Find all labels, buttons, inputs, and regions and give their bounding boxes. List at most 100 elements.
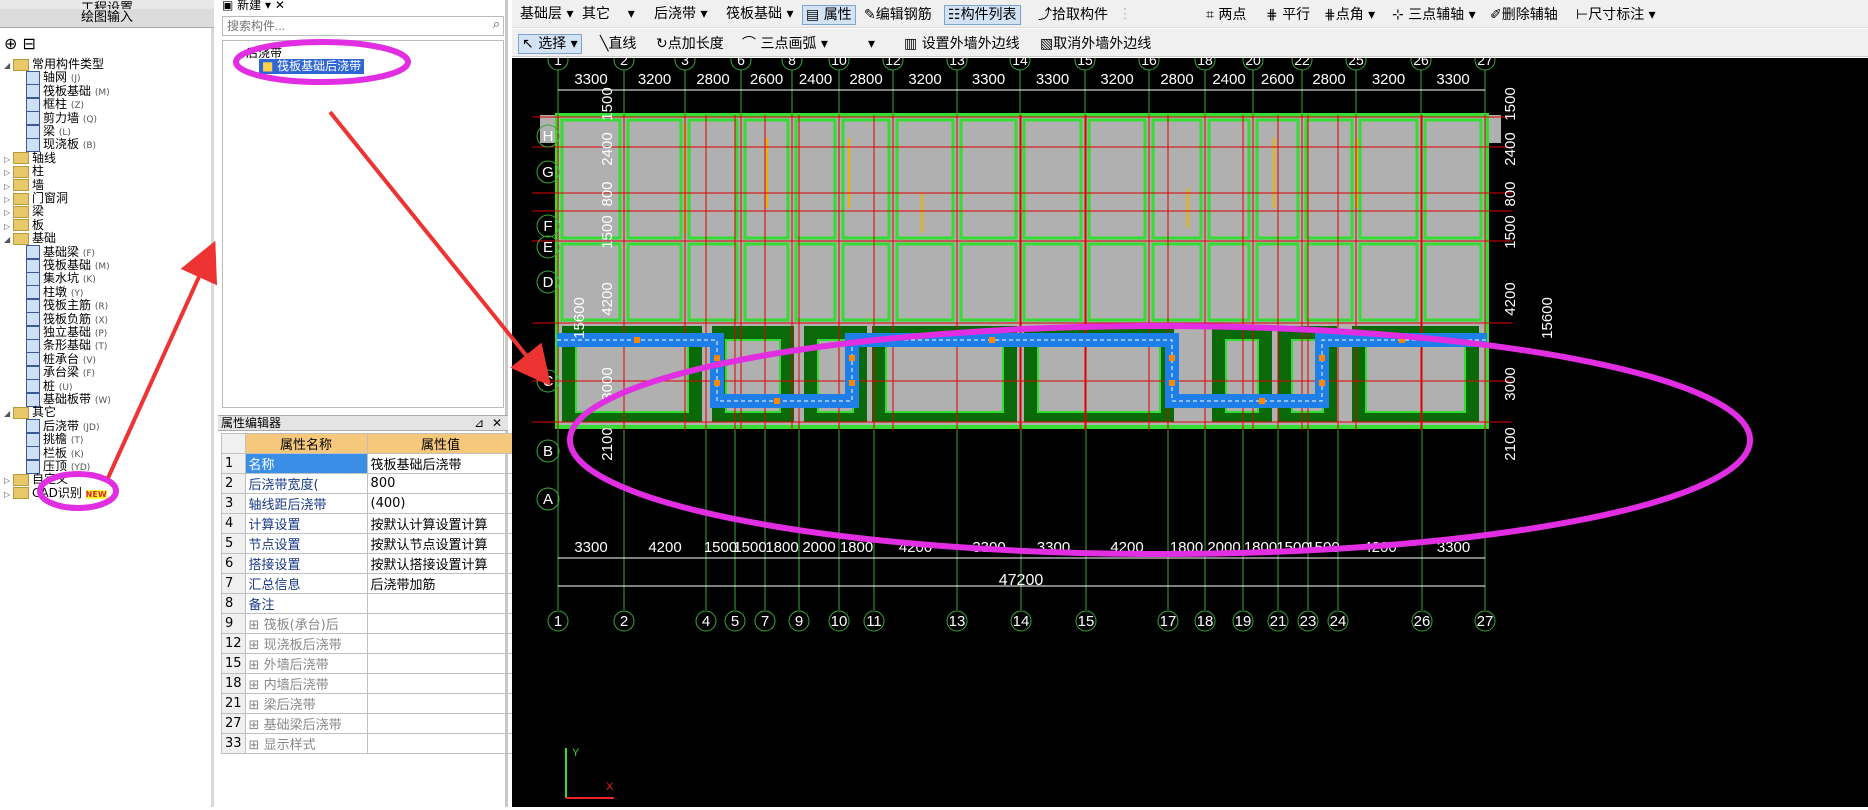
property-value[interactable]: 按默认计算设置计算: [366, 513, 515, 534]
pin-icon[interactable]: ⊿: [474, 416, 484, 431]
grip-point: [774, 398, 780, 404]
two-point-axis-button[interactable]: ⌗ 两点: [1202, 5, 1250, 25]
point-angle-button[interactable]: ⋕点角 ▾: [1320, 5, 1379, 25]
row-number: 5: [221, 533, 246, 554]
property-row[interactable]: 18 ⊞ 内墙后浇带: [221, 673, 515, 694]
collapse-icon[interactable]: ◢: [4, 58, 13, 74]
search-box[interactable]: ⌕: [222, 16, 504, 36]
property-row[interactable]: 27 ⊞ 基础梁后浇带: [221, 713, 515, 734]
component-list-button[interactable]: ☷构件列表: [944, 5, 1021, 25]
pick-icon: ⤴: [1038, 7, 1052, 23]
pit-floor: [575, 339, 689, 413]
dim-label-top: 2600: [1261, 71, 1294, 88]
close-icon[interactable]: ✕: [492, 416, 502, 431]
property-value[interactable]: [366, 633, 515, 654]
property-row[interactable]: 8 备注: [221, 593, 515, 614]
axis-label-bottom: 15: [1078, 613, 1095, 630]
property-value[interactable]: [366, 593, 515, 614]
row-number: 7: [221, 573, 246, 594]
axis-label-row: F: [543, 218, 552, 235]
dim-label-top: 3300: [972, 71, 1005, 88]
component-icon: ■: [262, 59, 274, 73]
property-row[interactable]: 3 轴线距后浇带 (400): [221, 493, 515, 514]
layer-select[interactable]: 基础层 ▾: [520, 5, 573, 23]
property-value[interactable]: [366, 713, 515, 734]
tree-item-raft-pour-strip[interactable]: ■ 筏板基础后浇带: [259, 59, 365, 74]
property-value[interactable]: [366, 693, 515, 714]
property-value[interactable]: 后浇带加筋: [366, 573, 515, 594]
category-select[interactable]: 其它 ▾: [582, 5, 635, 23]
line-button[interactable]: ╲直线: [596, 34, 640, 54]
dim-label-bottom: 4200: [1363, 539, 1396, 556]
property-row[interactable]: 12 ⊞ 现浇板后浇带: [221, 633, 515, 654]
property-value[interactable]: 按默认搭接设置计算: [366, 553, 515, 574]
parallel-axis-button[interactable]: ⋕ 平行: [1262, 5, 1314, 25]
collapse-icon[interactable]: ◢: [4, 406, 13, 422]
axis-label-bottom: 10: [831, 613, 848, 630]
dim-label-row-left: 3000: [599, 367, 616, 400]
grip-point: [634, 337, 640, 343]
search-icon[interactable]: ⌕: [493, 17, 500, 32]
dim-label-row-left: 800: [599, 181, 616, 206]
property-row[interactable]: 9 ⊞ 筏板(承台)后: [221, 613, 515, 634]
property-value[interactable]: [366, 613, 515, 634]
property-value[interactable]: 筏板基础后浇带: [366, 453, 515, 474]
property-value[interactable]: 800: [366, 473, 515, 494]
row-number: 15: [221, 653, 246, 674]
dim-label-bottom: 1800: [1244, 539, 1277, 556]
select-button[interactable]: ↖ 选择 ▾: [518, 34, 582, 54]
property-row[interactable]: 7 汇总信息 后浇带加筋: [221, 573, 515, 594]
point-length-button[interactable]: ↻点加长度: [652, 34, 728, 54]
edit-icon: ✎: [864, 7, 876, 23]
property-row[interactable]: 15 ⊞ 外墙后浇带: [221, 653, 515, 674]
pick-component-button[interactable]: ⤴拾取构件: [1034, 5, 1112, 25]
axis-label-top: 26: [1413, 58, 1429, 68]
dimension-icon: ⊢: [1576, 7, 1589, 23]
expand-collapse-icon[interactable]: ⊕ ⊟: [4, 34, 36, 53]
property-value[interactable]: (400): [366, 493, 515, 514]
three-point-aux-button[interactable]: ⊹ 三点辅轴 ▾: [1388, 5, 1480, 25]
property-row[interactable]: 33 ⊞ 显示样式: [221, 733, 515, 754]
three-point-arc-button[interactable]: ⌒ 三点画弧 ▾ ▾: [738, 34, 879, 54]
type-select[interactable]: 后浇带 ▾: [654, 5, 707, 23]
property-value[interactable]: [366, 653, 515, 674]
shortcut-hint: (B): [82, 141, 97, 152]
component-select[interactable]: 筏板基础 ▾: [726, 5, 793, 23]
cad-drawing[interactable]: 1 2 3 6 8 10 12 13 14 15 16 18 20 22 25 26 273300 3200 280…: [512, 39, 1868, 807]
search-input[interactable]: [225, 17, 469, 35]
property-row[interactable]: 21 ⊞ 梁后浇带: [221, 693, 515, 714]
cancel-outer-wall-button[interactable]: ▧取消外墙外边线: [1036, 34, 1155, 54]
grip-point: [1319, 355, 1325, 361]
shortcut-hint: (K): [82, 275, 96, 286]
property-value[interactable]: [366, 733, 515, 754]
expand-icon[interactable]: ▷: [4, 487, 13, 503]
property-value[interactable]: [366, 673, 515, 694]
attribute-button[interactable]: ▤ 属性: [802, 5, 856, 25]
property-value[interactable]: 按默认节点设置计算: [366, 533, 515, 554]
axis-label-bottom: 2: [620, 613, 628, 630]
property-editor-title: 属性编辑器 ⊿ ✕: [218, 415, 508, 431]
property-row[interactable]: 6 搭接设置 按默认搭接设置计算: [221, 553, 515, 574]
dim-label-top: 3200: [638, 71, 671, 88]
axis-label-bottom: 17: [1160, 613, 1177, 630]
set-outer-wall-button[interactable]: ▥ 设置外墙外边线: [900, 34, 1024, 54]
property-row[interactable]: 1 名称 筏板基础后浇带: [221, 453, 515, 474]
dim-label-bottom: 3300: [1437, 539, 1470, 556]
arc-icon: ⌒: [742, 36, 756, 52]
property-row[interactable]: 5 节点设置 按默认节点设置计算: [221, 533, 515, 554]
edit-rebar-button[interactable]: ✎编辑钢筋: [860, 5, 936, 25]
property-row[interactable]: 2 后浇带宽度(800: [221, 473, 515, 494]
new-component-button[interactable]: ▣ 新建 ▾ ✕: [222, 0, 285, 12]
property-row[interactable]: 4 计算设置 按默认计算设置计算: [221, 513, 515, 534]
row-number: 6: [221, 553, 246, 574]
delete-aux-button[interactable]: ✐删除辅轴: [1486, 5, 1562, 25]
dimension-button[interactable]: ⊢尺寸标注 ▾: [1572, 5, 1660, 25]
drawing-input-tab[interactable]: 绘图输入: [0, 9, 214, 28]
tree-folder[interactable]: ▷ CAD识别 NEW: [4, 485, 107, 501]
collapse-icon[interactable]: ◢: [4, 232, 13, 248]
property-name: 计算设置: [244, 513, 368, 534]
axis-label-row: A: [543, 491, 553, 508]
dim-label-top: 2400: [1212, 71, 1245, 88]
dim-label-row-left: 2100: [599, 427, 616, 460]
drawing-canvas[interactable]: 1 2 3 6 8 10 12 13 14 15 16 18 20 22 25 26 27 3300 3200 280…: [512, 39, 1868, 807]
